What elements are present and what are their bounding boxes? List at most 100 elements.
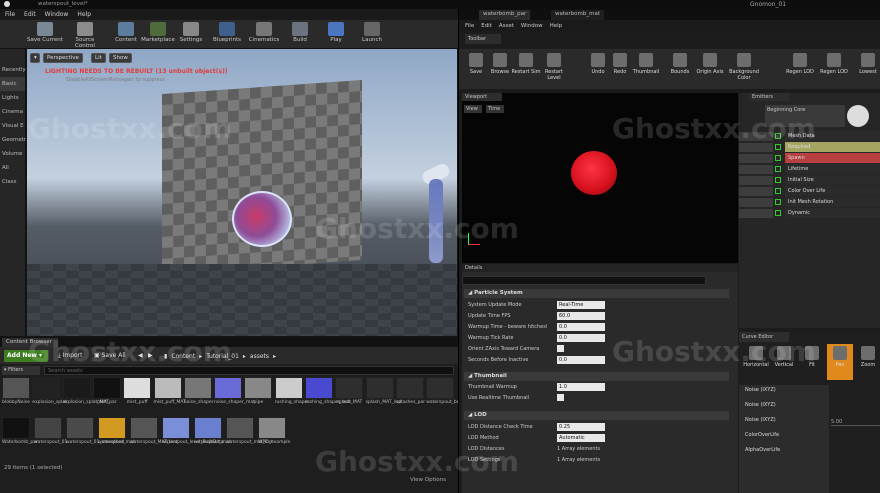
cascade-toolbar-button[interactable]: Restart Sim	[511, 51, 541, 87]
curve-tool-button[interactable]: Zoom	[855, 344, 880, 380]
module-checkbox[interactable]	[775, 210, 781, 216]
emitter-module[interactable]: Spawn	[739, 153, 880, 164]
play-button[interactable]: Play	[322, 21, 350, 48]
launch-button[interactable]: Launch	[356, 21, 388, 48]
menu-window[interactable]: Window	[45, 11, 69, 18]
lit-button[interactable]: Lit	[91, 53, 106, 63]
curve-track[interactable]: Noise (IXYZ)	[742, 402, 826, 413]
save-current-button[interactable]: Save Current	[26, 21, 64, 48]
tab-basic[interactable]: Basic	[0, 77, 25, 91]
asset-tile[interactable]: waterspout_mat	[194, 417, 231, 461]
menu-file[interactable]: File	[5, 11, 15, 18]
cascade-toolbar-button[interactable]: Background Color	[729, 51, 759, 87]
cascade-toolbar-button[interactable]: Lowest	[853, 51, 880, 87]
property-checkbox[interactable]	[557, 394, 564, 401]
section-lod[interactable]: ◢ LOD	[464, 411, 729, 420]
tab-geometry[interactable]: Geometr	[0, 133, 26, 147]
section-thumbnail[interactable]: ◢ Thumbnail	[464, 372, 729, 381]
property-checkbox[interactable]	[557, 345, 564, 352]
emitter-module[interactable]: Dynamic	[739, 208, 880, 219]
cascade-toolbar-button[interactable]: Bounds	[665, 51, 695, 87]
view-button[interactable]: View	[464, 105, 482, 113]
property-value-field[interactable]: 0.0	[557, 356, 605, 364]
module-checkbox[interactable]	[775, 199, 781, 205]
asset-tile[interactable]: waterspout_mat	[98, 417, 135, 461]
settings-button[interactable]: Settings	[176, 21, 206, 48]
asset-tile[interactable]: mist_puff	[123, 377, 152, 421]
asset-tile[interactable]: waterspout_level_BuiltData	[162, 417, 224, 461]
cascade-menu-edit[interactable]: Edit	[481, 23, 492, 29]
tab-volumes[interactable]: Volume	[0, 147, 25, 161]
tab-waterbomb-mat[interactable]: waterbomb_mat	[551, 10, 605, 20]
tab-visual-effects[interactable]: Visual E	[0, 119, 25, 133]
source-control-button[interactable]: Source Control	[66, 21, 104, 49]
asset-tile[interactable]: waterspout_beam	[426, 377, 467, 421]
cascade-toolbar-button[interactable]: Origin Axis	[695, 51, 725, 87]
curve-tool-button[interactable]: Pan	[827, 344, 853, 380]
asset-tile[interactable]: Waterbomb_par	[2, 417, 38, 461]
cascade-toolbar-button[interactable]: Restart Level	[539, 51, 569, 87]
cascade-toolbar-button[interactable]: Regen LOD	[819, 51, 849, 87]
time-button[interactable]: Time	[486, 105, 504, 113]
asset-tile[interactable]: splash_MAT	[335, 377, 364, 421]
asset-tile[interactable]: mist_puff_MAT	[153, 377, 186, 421]
property-value-field[interactable]: 60.0	[557, 312, 605, 320]
toolbar-tab[interactable]: Toolbar	[465, 34, 501, 44]
viewport-tab[interactable]: Viewport	[462, 93, 502, 101]
tab-recently[interactable]: Recently	[0, 63, 26, 77]
asset-tile[interactable]: waterspout_MAT_inst	[130, 417, 177, 461]
content-button[interactable]: Content	[111, 21, 141, 48]
asset-tile[interactable]: rushing_shaper_mat	[305, 377, 351, 421]
emitter-module[interactable]: Lifetime	[739, 164, 880, 175]
curve-track[interactable]: Noise (IXYZ)	[742, 387, 826, 398]
cascade-menu-window[interactable]: Window	[521, 23, 543, 29]
emitters-tab[interactable]: Emitters	[749, 93, 789, 101]
menu-edit[interactable]: Edit	[24, 11, 36, 18]
emitter-module[interactable]: Initial Size	[739, 175, 880, 186]
asset-tile[interactable]: noise_shaper_mat	[214, 377, 255, 421]
asset-tile[interactable]: noise_shaper	[183, 377, 213, 421]
cinematics-button[interactable]: Cinematics	[246, 21, 282, 48]
asset-tile[interactable]: explosion_splat	[32, 377, 67, 421]
asset-tile[interactable]: rushing_shaper	[274, 377, 309, 421]
level-viewport[interactable]: ▾ Perspective Lit Show LIGHTING NEEDS TO…	[27, 49, 457, 336]
curve-track[interactable]: ColorOverLife	[742, 432, 826, 443]
cascade-menu-file[interactable]: File	[465, 23, 474, 29]
build-button[interactable]: Build	[286, 21, 314, 48]
property-value-field[interactable]: 1.0	[557, 383, 605, 391]
property-value-field[interactable]: 0.0	[557, 323, 605, 331]
module-checkbox[interactable]	[775, 155, 781, 161]
module-checkbox[interactable]	[775, 188, 781, 194]
perspective-button[interactable]: Perspective	[43, 53, 83, 63]
curve-track[interactable]: AlphaOverLife	[742, 447, 826, 458]
cascade-toolbar-button[interactable]: Thumbnail	[631, 51, 661, 87]
blueprints-button[interactable]: Blueprints	[210, 21, 244, 48]
property-value-field[interactable]: Automatic	[557, 434, 605, 442]
emitter-module[interactable]: Init Mesh Rotation	[739, 197, 880, 208]
tab-lights[interactable]: Lights	[0, 91, 25, 105]
cascade-toolbar-button[interactable]: Regen LOD	[785, 51, 815, 87]
curve-track[interactable]: Noise (IXYZ)	[742, 417, 826, 428]
asset-tile[interactable]: WPO_example	[258, 417, 290, 461]
menu-help[interactable]: Help	[77, 11, 91, 18]
show-button[interactable]: Show	[109, 53, 132, 63]
cascade-menu-asset[interactable]: Asset	[499, 23, 514, 29]
asset-tile[interactable]: pipe	[244, 377, 273, 421]
tab-all-classes[interactable]: All Class	[0, 161, 25, 185]
asset-tile[interactable]: mist_par	[92, 377, 121, 421]
section-particle-system[interactable]: ◢ Particle System	[464, 289, 729, 298]
emitter-module[interactable]: Color Over Life	[739, 186, 880, 197]
property-value-field[interactable]: 0.25	[557, 423, 605, 431]
asset-tile[interactable]: waterspout_mat_inst	[226, 417, 273, 461]
asset-tile[interactable]: blobbyNoise	[2, 377, 30, 421]
marketplace-button[interactable]: Marketplace	[141, 21, 175, 48]
asset-tile[interactable]: splash_MAT_inst	[365, 377, 402, 421]
asset-tile[interactable]: splashes_par	[395, 377, 425, 421]
module-checkbox[interactable]	[775, 177, 781, 183]
details-tab[interactable]: Details	[462, 264, 738, 272]
asset-tile[interactable]: waterspout_01	[34, 417, 67, 461]
tab-waterbomb-par[interactable]: waterbomb_par	[479, 10, 531, 20]
viewport-options-button[interactable]: ▾	[30, 53, 40, 63]
details-search-input[interactable]	[462, 276, 706, 285]
asset-tile[interactable]: waterspout_01_smoothed	[66, 417, 124, 461]
